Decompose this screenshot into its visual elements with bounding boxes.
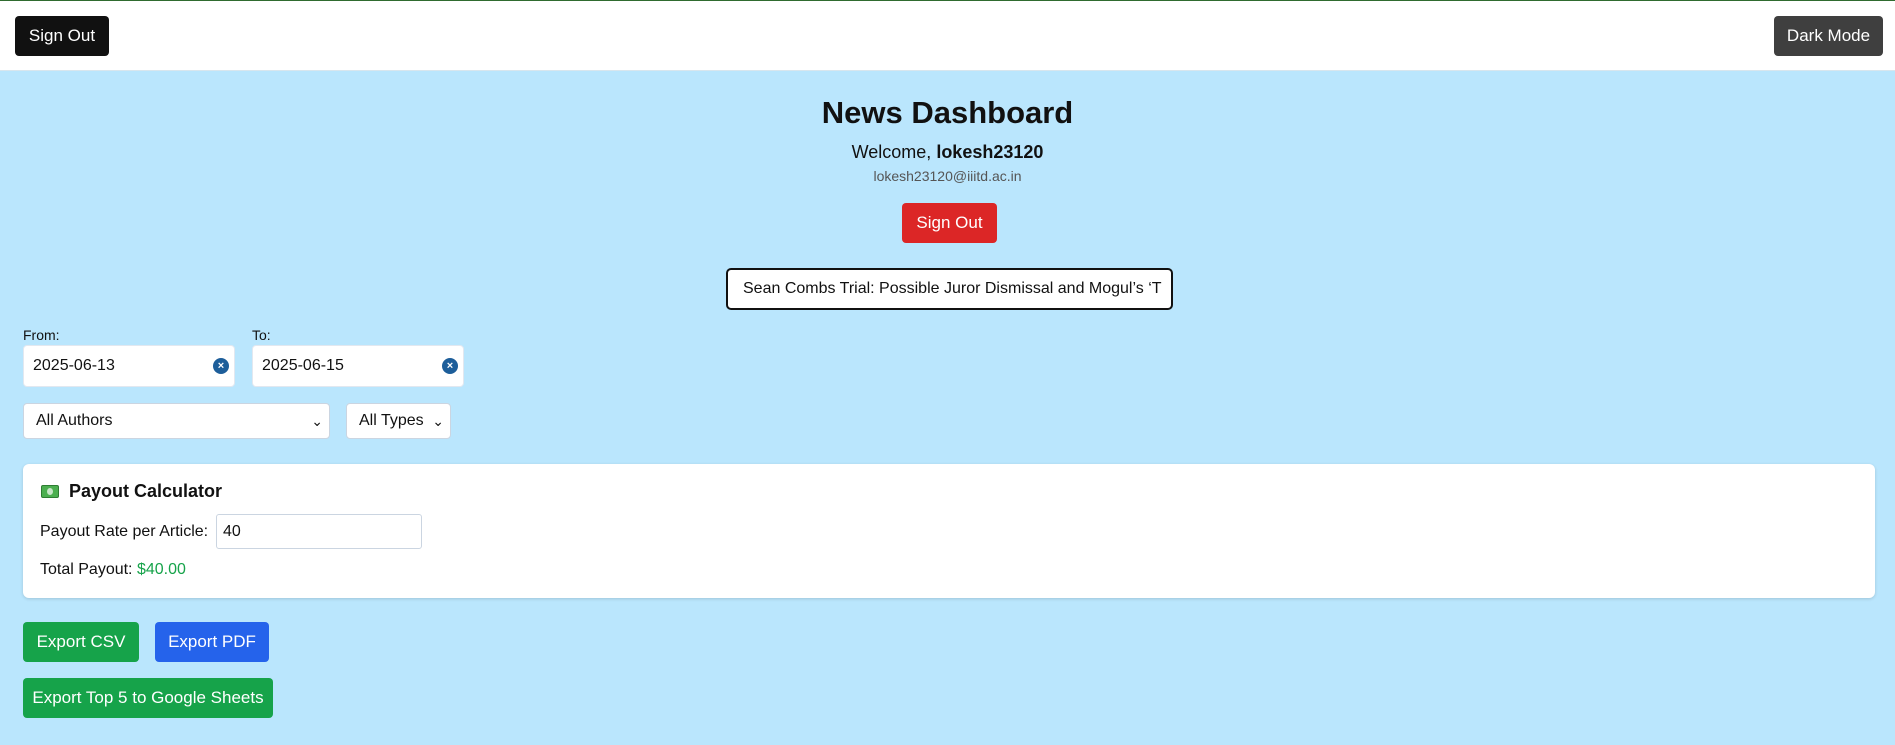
- export-google-sheets-button[interactable]: Export Top 5 to Google Sheets: [23, 678, 273, 718]
- to-date-input[interactable]: 2025-06-15 ×: [252, 345, 464, 387]
- top-bar: Sign Out Dark Mode: [0, 0, 1895, 71]
- type-select[interactable]: All Types ⌄: [346, 403, 451, 439]
- to-date-value: 2025-06-15: [262, 357, 344, 374]
- total-payout-label: Total Payout:: [40, 561, 133, 578]
- from-label: From:: [23, 327, 60, 343]
- from-date-input[interactable]: 2025-06-13 ×: [23, 345, 235, 387]
- type-select-value: All Types: [359, 412, 424, 429]
- user-email: lokesh23120@iiitd.ac.in: [873, 168, 1022, 184]
- export-csv-button[interactable]: Export CSV: [23, 622, 139, 662]
- payout-title: Payout Calculator: [41, 481, 222, 502]
- payout-rate-input[interactable]: 40: [216, 514, 422, 549]
- author-select[interactable]: All Authors ⌄: [23, 403, 330, 439]
- welcome-prefix: Welcome,: [851, 142, 932, 162]
- chevron-down-icon: ⌄: [432, 413, 444, 429]
- signout-button[interactable]: Sign Out: [902, 203, 997, 243]
- total-payout-amount: $40.00: [136, 561, 186, 578]
- clear-from-date-icon[interactable]: ×: [213, 358, 229, 374]
- export-pdf-button[interactable]: Export PDF: [155, 622, 269, 662]
- dashboard-main: News Dashboard Welcome, lokesh23120 loke…: [0, 71, 1895, 745]
- welcome-text: Welcome, lokesh23120: [0, 142, 1895, 163]
- author-select-value: All Authors: [36, 412, 113, 429]
- to-label: To:: [252, 327, 271, 343]
- payout-calculator-card: Payout Calculator Payout Rate per Articl…: [23, 464, 1875, 598]
- money-icon: [41, 485, 59, 498]
- payout-rate-label: Payout Rate per Article:: [40, 523, 209, 540]
- chevron-down-icon: ⌄: [311, 413, 323, 429]
- payout-title-text: Payout Calculator: [69, 481, 223, 501]
- username: lokesh23120: [936, 142, 1044, 162]
- dark-mode-button[interactable]: Dark Mode: [1774, 16, 1883, 56]
- clear-to-date-icon[interactable]: ×: [442, 358, 458, 374]
- ticker-text: Sean Combs Trial: Possible Juror Dismiss…: [743, 280, 1162, 297]
- news-ticker[interactable]: Sean Combs Trial: Possible Juror Dismiss…: [726, 268, 1173, 310]
- from-date-value: 2025-06-13: [33, 357, 115, 374]
- page-title: News Dashboard: [821, 95, 1074, 130]
- signout-top-button[interactable]: Sign Out: [15, 16, 109, 56]
- total-payout: Total Payout: $40.00: [40, 561, 186, 579]
